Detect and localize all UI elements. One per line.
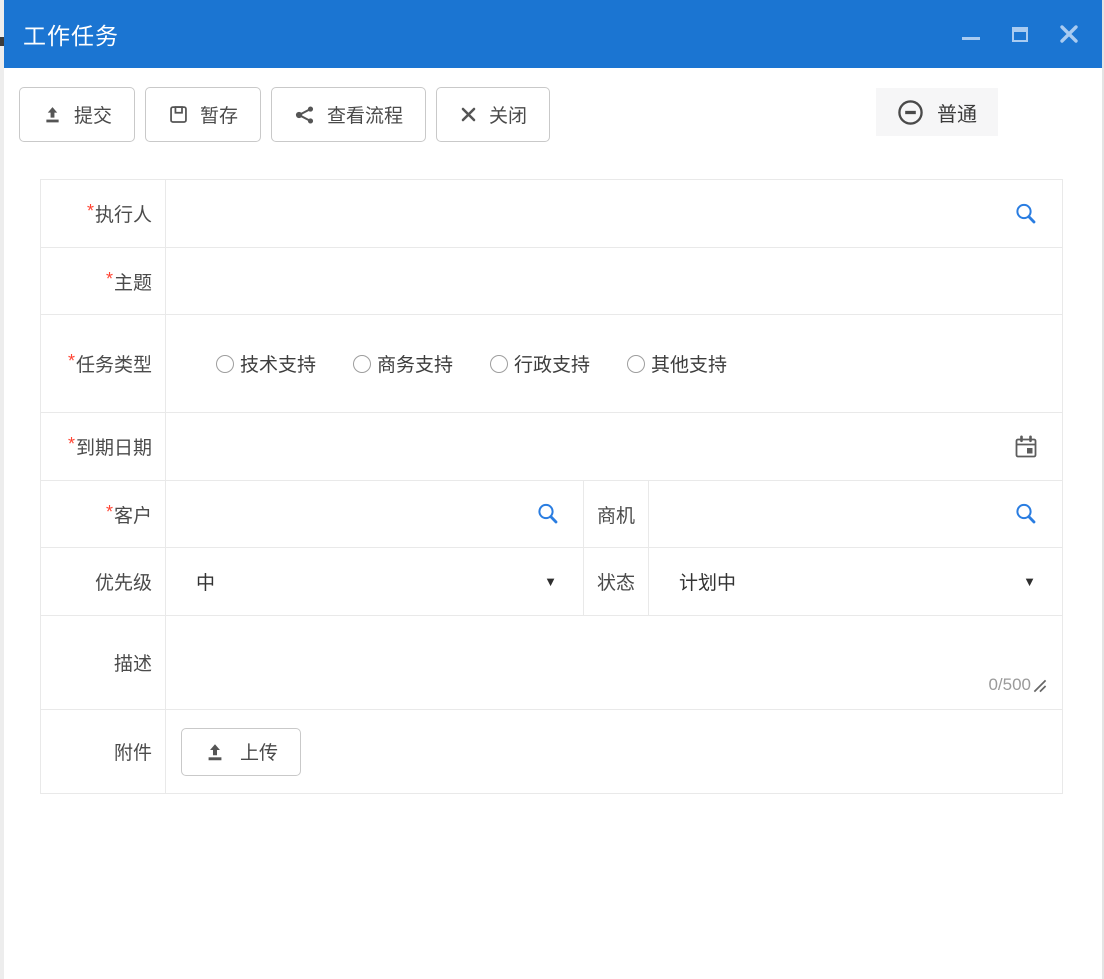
titlebar: 工作任务 [4, 0, 1102, 68]
status-select[interactable]: 计划中 ▼ [649, 548, 1062, 615]
close-icon [1059, 24, 1079, 44]
required-marker: * [106, 269, 113, 290]
description-label: 描述 [41, 616, 166, 709]
subject-row: * 主题 [41, 248, 1062, 315]
required-marker: * [87, 201, 94, 222]
task-type-label: * 任务类型 [41, 315, 166, 412]
radio-business-support[interactable]: 商务支持 [353, 350, 453, 377]
close-form-label: 关闭 [489, 101, 527, 128]
opportunity-label: 商机 [583, 481, 649, 547]
customer-opportunity-row: * 客户 商机 [41, 481, 1062, 548]
subject-label: * 主题 [41, 248, 166, 314]
required-marker: * [106, 502, 113, 523]
customer-search-button[interactable] [535, 501, 561, 527]
radio-icon [627, 355, 645, 373]
required-marker: * [68, 351, 75, 372]
calendar-icon [1013, 434, 1039, 460]
maximize-icon [1012, 27, 1028, 42]
due-date-picker-button[interactable] [1013, 434, 1039, 460]
task-form: * 执行人 * 主题 [40, 179, 1063, 794]
toolbar: 提交 暂存 查看流程 关闭 [0, 68, 1102, 142]
radio-other-support[interactable]: 其他支持 [627, 350, 727, 377]
background-window-notch [0, 37, 4, 46]
save-draft-label: 暂存 [200, 101, 238, 128]
minimize-button[interactable] [960, 23, 982, 45]
customer-field[interactable] [166, 481, 583, 547]
radio-icon [353, 355, 371, 373]
search-icon [1013, 201, 1039, 227]
priority-badge-label: 普通 [937, 98, 977, 127]
priority-value: 中 [166, 568, 215, 595]
submit-label: 提交 [74, 101, 112, 128]
attachment-label: 附件 [41, 710, 166, 793]
due-date-field[interactable] [166, 413, 1062, 480]
close-icon [459, 105, 478, 124]
radio-admin-support[interactable]: 行政支持 [490, 350, 590, 377]
search-icon [535, 501, 561, 527]
maximize-button[interactable] [1009, 23, 1031, 45]
view-process-label: 查看流程 [327, 101, 403, 128]
customer-label: * 客户 [41, 481, 166, 547]
resize-handle-icon[interactable] [1032, 678, 1047, 693]
window-controls [960, 23, 1080, 45]
view-process-button[interactable]: 查看流程 [271, 87, 426, 142]
opportunity-field[interactable] [649, 481, 1062, 547]
char-counter: 0/500 [988, 676, 1031, 693]
upload-button[interactable]: 上传 [181, 728, 301, 776]
close-window-button[interactable] [1058, 23, 1080, 45]
radio-icon [490, 355, 508, 373]
save-icon [168, 104, 189, 125]
description-row: 描述 0/500 [41, 616, 1062, 710]
task-type-radio-group: 技术支持 商务支持 行政支持 其他支持 [166, 350, 727, 377]
circle-minus-icon [897, 99, 924, 126]
save-draft-button[interactable]: 暂存 [145, 87, 261, 142]
radio-tech-support[interactable]: 技术支持 [216, 350, 316, 377]
executor-field[interactable] [166, 180, 1062, 247]
window-left-edge [0, 0, 4, 979]
executor-row: * 执行人 [41, 180, 1062, 248]
search-icon [1013, 501, 1039, 527]
chevron-down-icon: ▼ [544, 574, 557, 589]
due-date-row: * 到期日期 [41, 413, 1062, 481]
radio-icon [216, 355, 234, 373]
minimize-icon [962, 37, 980, 40]
window-title: 工作任务 [23, 17, 119, 51]
share-icon [294, 104, 316, 126]
description-textarea[interactable]: 0/500 [166, 616, 1062, 709]
upload-label: 上传 [240, 738, 278, 765]
priority-status-row: 优先级 中 ▼ 状态 计划中 ▼ [41, 548, 1062, 616]
attachment-field: 上传 [166, 710, 1062, 793]
priority-label: 优先级 [41, 548, 166, 615]
submit-button[interactable]: 提交 [19, 87, 135, 142]
task-type-row: * 任务类型 技术支持 商务支持 行政支持 [41, 315, 1062, 413]
task-type-field: 技术支持 商务支持 行政支持 其他支持 [166, 315, 1062, 412]
upload-icon [204, 741, 226, 763]
required-marker: * [68, 434, 75, 455]
opportunity-search-button[interactable] [1013, 501, 1039, 527]
attachment-row: 附件 上传 [41, 710, 1062, 793]
subject-field[interactable] [166, 248, 1062, 314]
priority-select[interactable]: 中 ▼ [166, 548, 583, 615]
work-task-dialog: 工作任务 提交 [0, 0, 1104, 979]
upload-icon [42, 104, 63, 125]
chevron-down-icon: ▼ [1023, 574, 1036, 589]
status-label: 状态 [583, 548, 649, 615]
close-form-button[interactable]: 关闭 [436, 87, 550, 142]
description-counter: 0/500 [988, 676, 1047, 693]
status-value: 计划中 [649, 568, 736, 595]
due-date-label: * 到期日期 [41, 413, 166, 480]
priority-level-badge[interactable]: 普通 [876, 88, 998, 136]
executor-label: * 执行人 [41, 180, 166, 247]
executor-search-button[interactable] [1013, 201, 1039, 227]
